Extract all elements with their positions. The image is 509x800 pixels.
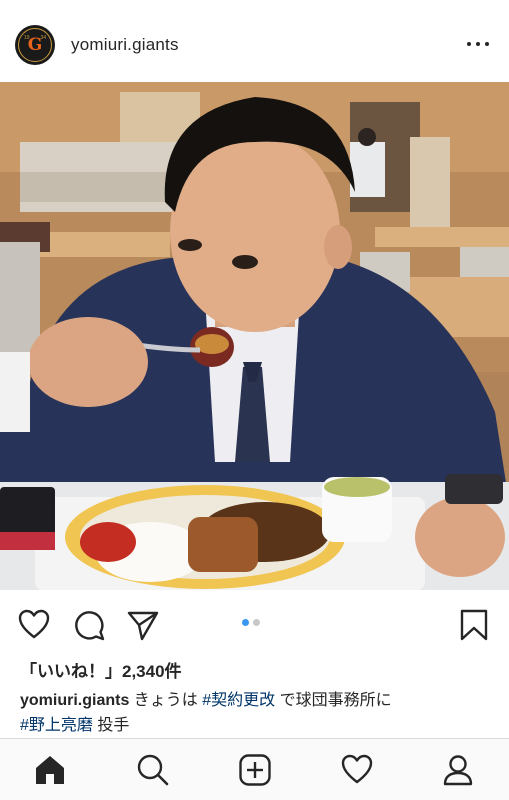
- caption-username[interactable]: yomiuri.giants: [20, 692, 129, 709]
- post-image[interactable]: [0, 82, 509, 590]
- likes-count[interactable]: 「いいね！」2,340件: [20, 657, 182, 682]
- bookmark-icon[interactable]: [457, 608, 491, 642]
- post-caption: yomiuri.giants きょうは #契約更改 で球団事務所に #野上亮磨 投…: [20, 688, 500, 738]
- post-username[interactable]: yomiuri.giants: [71, 35, 179, 55]
- caption-text: で球団事務所に: [275, 692, 392, 709]
- home-icon[interactable]: [33, 753, 67, 787]
- giants-logo: 19 34 G: [18, 28, 52, 62]
- logo-year-right: 34: [40, 35, 46, 41]
- caption-text: きょうは: [129, 692, 203, 709]
- search-icon[interactable]: [136, 753, 170, 787]
- logo-year-left: 19: [24, 35, 30, 41]
- carousel-indicator: [242, 619, 260, 626]
- hashtag-link[interactable]: #契約更改: [202, 692, 275, 709]
- carousel-dot: [253, 619, 260, 626]
- bottom-tab-bar: [0, 738, 509, 800]
- caption-text: 投手: [92, 717, 130, 734]
- avatar[interactable]: 19 34 G: [15, 25, 55, 65]
- more-options-icon[interactable]: [467, 34, 489, 54]
- comment-icon[interactable]: [72, 608, 106, 642]
- post-photo-illustration: [0, 82, 509, 590]
- post-header: 19 34 G yomiuri.giants: [0, 0, 509, 82]
- profile-icon[interactable]: [441, 753, 475, 787]
- heart-icon[interactable]: [17, 608, 51, 642]
- new-post-icon[interactable]: [238, 753, 272, 787]
- activity-heart-icon[interactable]: [340, 753, 374, 787]
- share-icon[interactable]: [126, 608, 160, 642]
- hashtag-link[interactable]: #野上亮磨: [20, 717, 93, 734]
- carousel-dot-active: [242, 619, 249, 626]
